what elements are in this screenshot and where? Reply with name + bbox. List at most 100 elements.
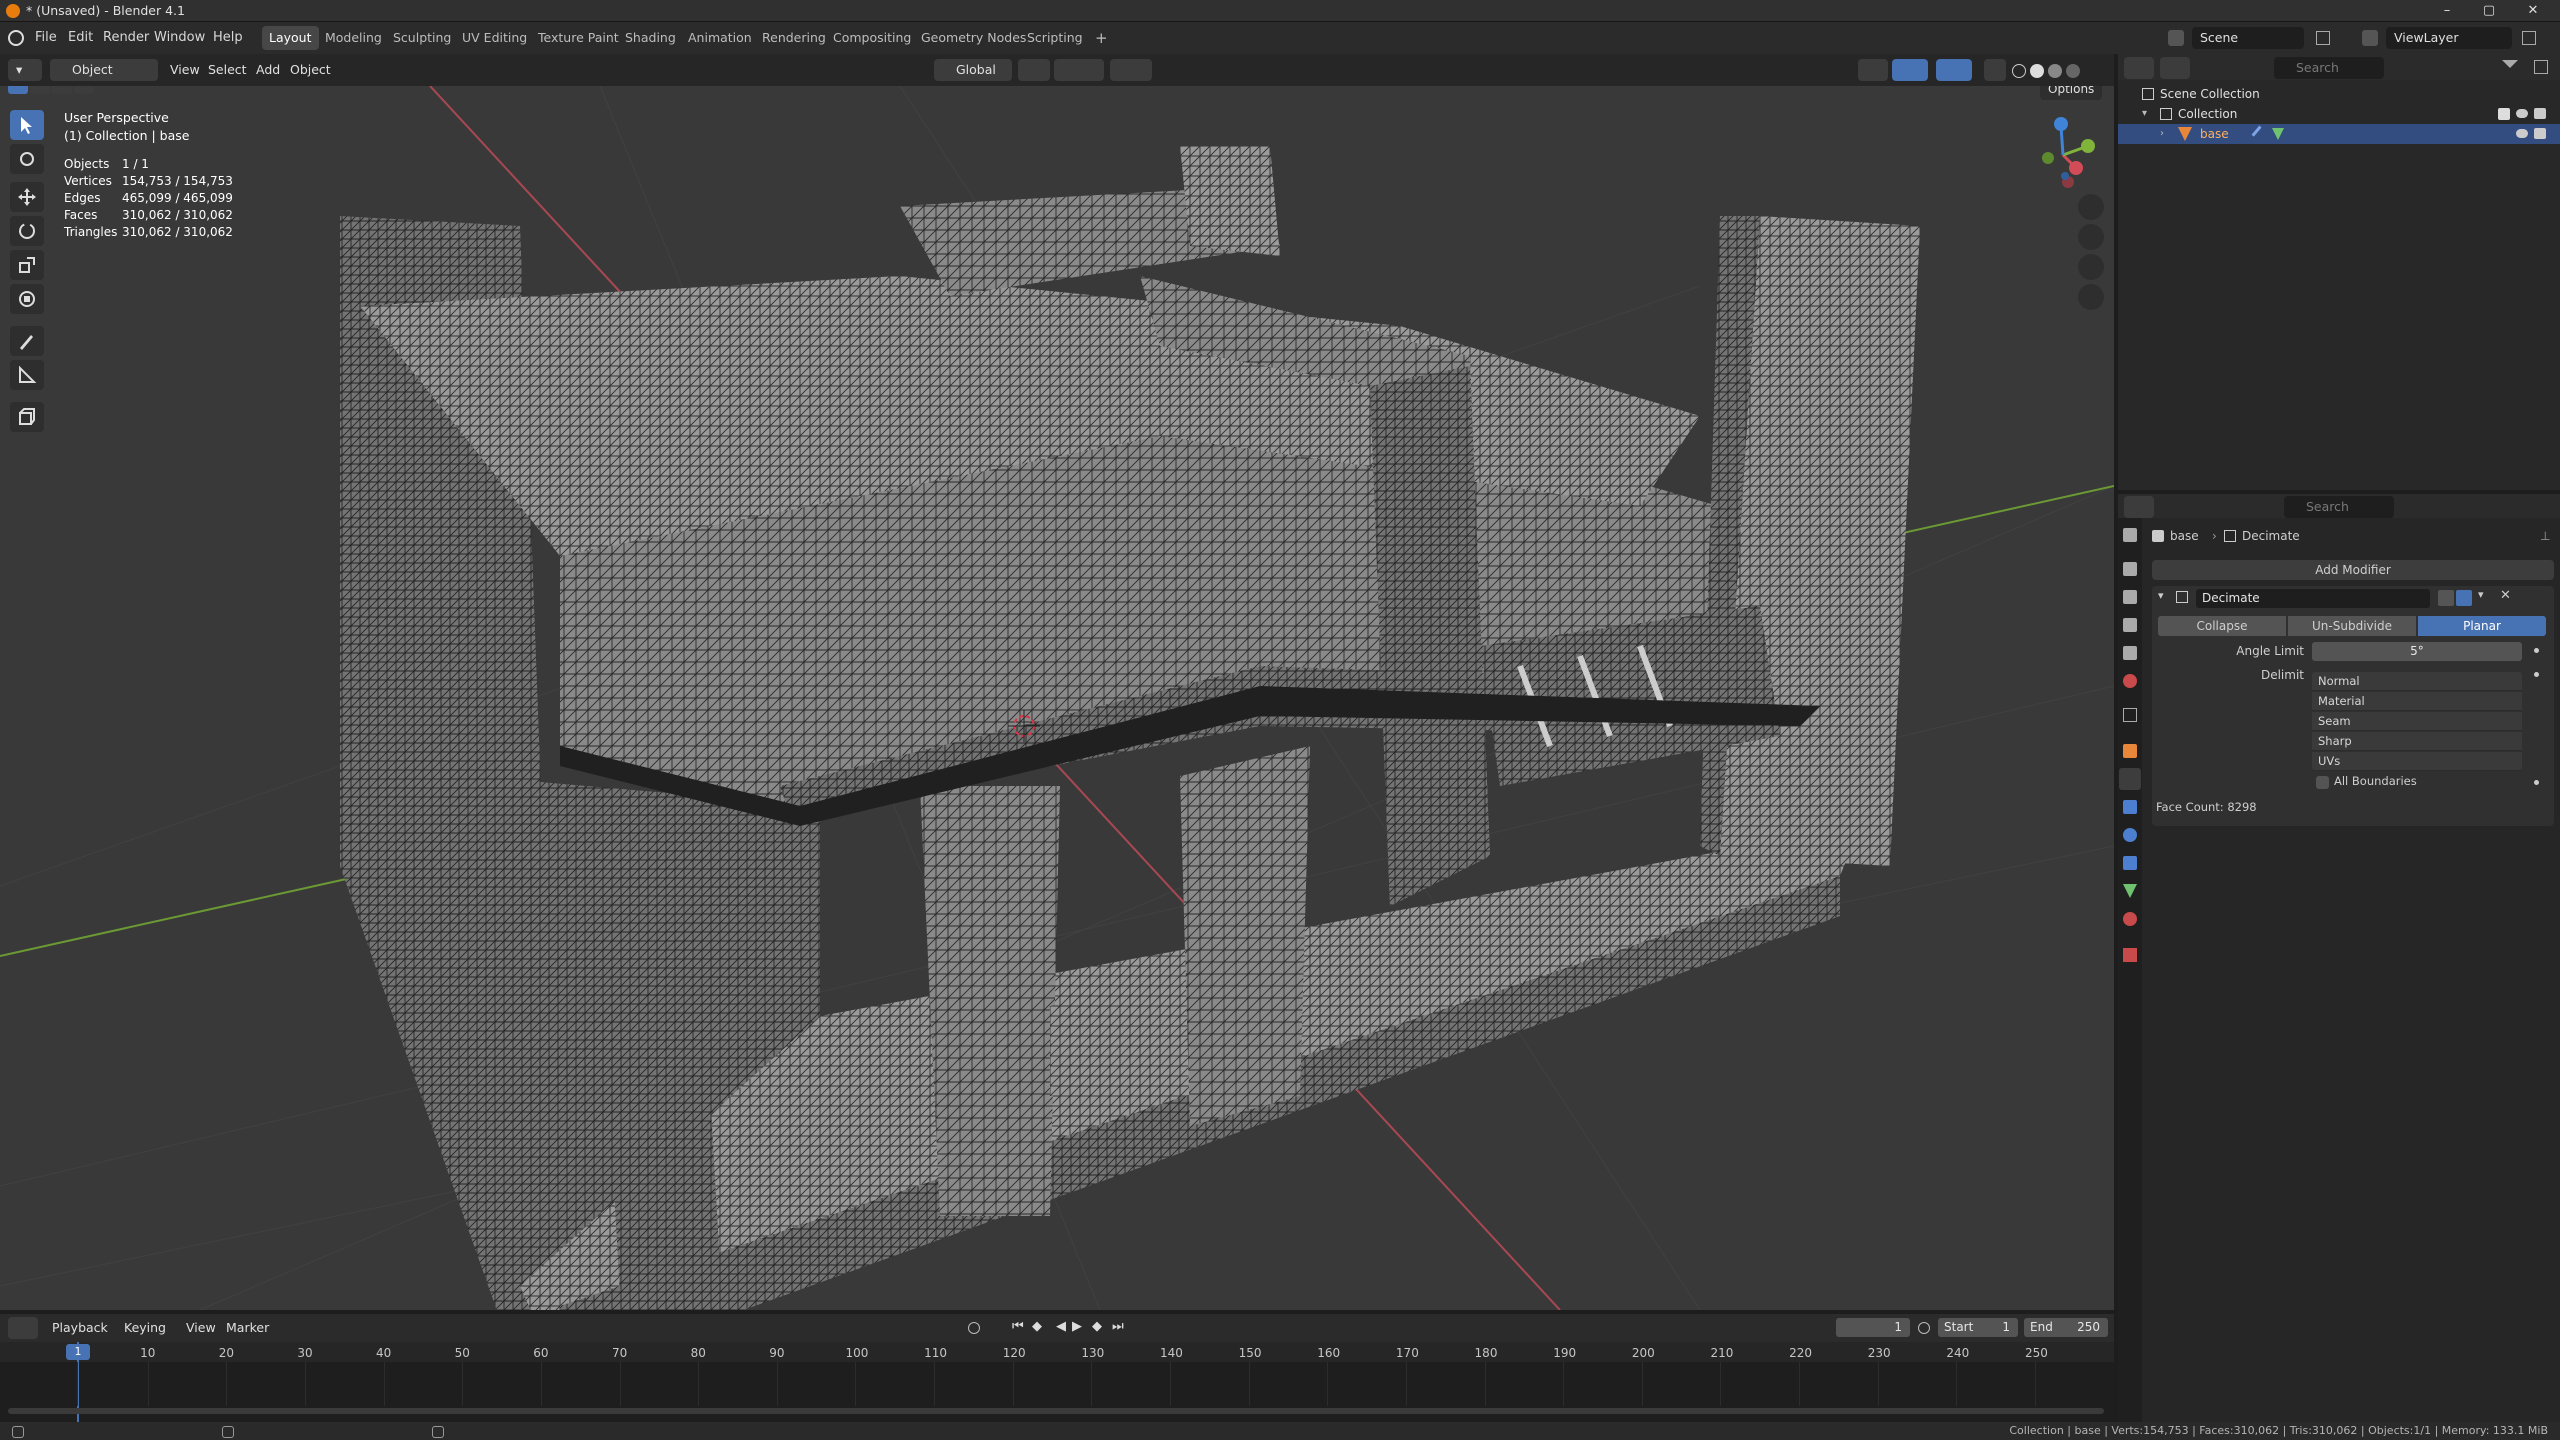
tab-sculpting[interactable]: Sculpting xyxy=(386,26,458,50)
output-tab-icon[interactable] xyxy=(2123,590,2137,604)
menu-select[interactable]: Select xyxy=(208,59,247,81)
eye-icon[interactable] xyxy=(2516,109,2528,118)
xray-toggle-button[interactable] xyxy=(1984,59,2006,81)
close-button[interactable]: ✕ xyxy=(2522,2,2544,20)
filter-icon[interactable] xyxy=(2502,60,2518,68)
menu-window[interactable]: Window xyxy=(154,22,205,54)
object-mode-dropdown[interactable]: Object Mode xyxy=(50,59,158,99)
tool-tab-icon[interactable] xyxy=(2123,528,2137,542)
zoom-view-icon[interactable] xyxy=(2078,194,2104,220)
constraints-tab-icon[interactable] xyxy=(2123,856,2137,870)
tab-uv-editing[interactable]: UV Editing xyxy=(455,26,534,50)
menu-file[interactable]: File xyxy=(35,22,57,54)
gizmo-toggle-button[interactable] xyxy=(1892,59,1928,81)
tab-animation[interactable]: Animation xyxy=(681,26,759,50)
edit-mode-toggle[interactable] xyxy=(2438,590,2454,606)
end-frame-field[interactable]: End 250 xyxy=(2024,1318,2108,1337)
tab-texture-paint[interactable]: Texture Paint xyxy=(531,26,626,50)
cursor-tool[interactable] xyxy=(10,144,44,174)
outliner-row-base[interactable]: › base xyxy=(2118,124,2560,144)
pan-view-icon[interactable] xyxy=(2078,224,2104,250)
menu-object[interactable]: Object xyxy=(290,59,331,81)
camera-render-icon[interactable] xyxy=(2534,108,2546,119)
options-dropdown[interactable]: Options xyxy=(2040,86,2103,100)
properties-editor-type-button[interactable] xyxy=(2124,496,2154,518)
auto-keying-icon[interactable] xyxy=(968,1322,980,1334)
menu-playback[interactable]: Playback xyxy=(52,1317,108,1339)
tab-scripting[interactable]: Scripting xyxy=(1020,26,1090,50)
physics-tab-icon[interactable] xyxy=(2123,828,2137,842)
annotate-tool[interactable] xyxy=(10,326,44,356)
world-tab-icon[interactable] xyxy=(2123,674,2137,688)
move-tool[interactable] xyxy=(10,182,44,212)
navigation-gizmo[interactable] xyxy=(2018,110,2108,200)
menu-timeline-view[interactable]: View xyxy=(186,1317,216,1339)
angle-limit-field[interactable]: 5° xyxy=(2312,642,2522,661)
render-tab-icon[interactable] xyxy=(2123,562,2137,576)
menu-edit[interactable]: Edit xyxy=(68,22,93,54)
modifier-tab-icon[interactable] xyxy=(2119,768,2141,790)
start-frame-field[interactable]: Start 1 xyxy=(1938,1318,2018,1337)
tab-geometry-nodes[interactable]: Geometry Nodes xyxy=(914,26,1033,50)
display-mode-button[interactable] xyxy=(2160,57,2190,79)
all-boundaries-checkbox[interactable] xyxy=(2316,776,2329,789)
keyframe-dot-icon[interactable] xyxy=(2534,672,2539,677)
delimit-option-normal[interactable]: Normal xyxy=(2312,672,2522,691)
solid-shading-icon[interactable] xyxy=(2030,64,2044,78)
timeline-area[interactable]: 1 11020304050607080901001101201301401501… xyxy=(0,1342,2114,1422)
transform-tool[interactable] xyxy=(10,284,44,314)
show-viewport-toggle[interactable] xyxy=(2456,590,2472,606)
tab-un-subdivide[interactable]: Un-Subdivide xyxy=(2288,616,2416,636)
add-modifier-button[interactable]: Add Modifier xyxy=(2152,560,2554,580)
exclude-checkbox[interactable] xyxy=(2498,108,2510,120)
menu-help[interactable]: Help xyxy=(213,22,243,54)
menu-render[interactable]: Render xyxy=(103,22,149,54)
object-tab-icon[interactable] xyxy=(2123,744,2137,758)
select-box-tool[interactable] xyxy=(10,110,44,140)
tab-compositing[interactable]: Compositing xyxy=(826,26,918,50)
playhead-handle[interactable]: 1 xyxy=(66,1344,90,1360)
jump-keyframe-back-icon[interactable]: ◆ xyxy=(1032,1319,1042,1334)
perspective-toggle-icon[interactable] xyxy=(2078,284,2104,310)
snap-button[interactable] xyxy=(1054,59,1104,81)
close-icon[interactable]: ✕ xyxy=(2500,588,2511,603)
tab-modeling[interactable]: Modeling xyxy=(318,26,389,50)
pivot-point-button[interactable] xyxy=(1018,59,1050,81)
scale-tool[interactable] xyxy=(10,250,44,280)
delimit-option-seam[interactable]: Seam xyxy=(2312,712,2522,731)
view-layer-icon[interactable] xyxy=(2362,30,2378,46)
rendered-shading-icon[interactable] xyxy=(2066,64,2080,78)
menu-keying[interactable]: Keying xyxy=(124,1317,166,1339)
add-workspace-button[interactable]: + xyxy=(1088,26,1115,50)
properties-search-input[interactable]: Search xyxy=(2284,496,2394,518)
proportional-edit-button[interactable] xyxy=(1110,59,1152,81)
chevron-down-icon[interactable]: ▾ xyxy=(2142,104,2147,124)
modifier-dropdown[interactable]: ▾ xyxy=(2478,588,2484,601)
outliner-row-scene-collection[interactable]: Scene Collection xyxy=(2118,84,2560,104)
maximize-button[interactable]: ▢ xyxy=(2478,2,2500,20)
eye-icon[interactable] xyxy=(2516,129,2528,138)
visibility-button[interactable] xyxy=(1858,59,1888,81)
collapse-panel-chevron[interactable]: ▾ xyxy=(2158,589,2164,602)
preview-range-icon[interactable] xyxy=(1918,1322,1930,1334)
material-shading-icon[interactable] xyxy=(2048,64,2062,78)
data-tab-icon[interactable] xyxy=(2123,884,2137,898)
camera-render-icon[interactable] xyxy=(2534,128,2546,139)
timeline-editor-type-button[interactable] xyxy=(8,1317,38,1339)
outliner-search-input[interactable]: Search xyxy=(2274,57,2384,79)
texture-tab-icon[interactable] xyxy=(2123,948,2137,962)
outliner-editor-type-button[interactable] xyxy=(2124,57,2154,79)
chevron-right-icon[interactable]: › xyxy=(2160,124,2164,144)
play-reverse-icon[interactable]: ◀ xyxy=(1056,1319,1066,1334)
view-layer-field[interactable]: ViewLayer xyxy=(2386,27,2512,49)
menu-marker[interactable]: Marker xyxy=(226,1317,269,1339)
tab-planar[interactable]: Planar xyxy=(2418,616,2546,636)
delimit-option-uvs[interactable]: UVs xyxy=(2312,752,2522,771)
keyframe-dot-icon[interactable] xyxy=(2534,780,2539,785)
blender-menu-icon[interactable] xyxy=(8,30,24,46)
delimit-option-sharp[interactable]: Sharp xyxy=(2312,732,2522,751)
timeline-scrollbar[interactable] xyxy=(8,1408,2104,1414)
collection-tab-icon[interactable] xyxy=(2123,708,2137,722)
play-icon[interactable]: ▶ xyxy=(1072,1319,1082,1334)
overlay-toggle-button[interactable] xyxy=(1936,59,1972,81)
